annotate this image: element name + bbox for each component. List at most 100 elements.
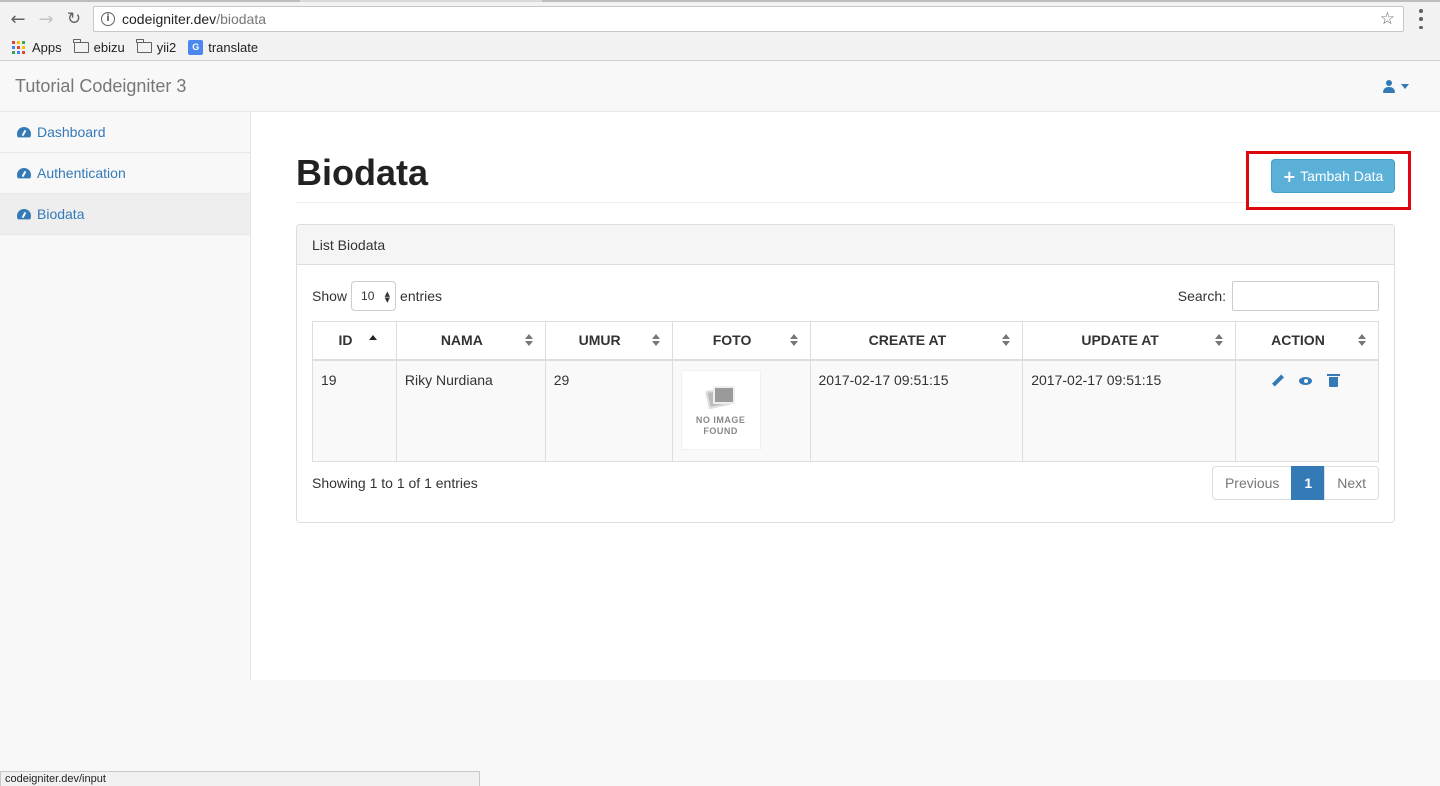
- table-search: Search:: [1178, 281, 1379, 311]
- info-icon[interactable]: i: [101, 12, 115, 26]
- sort-asc-icon: [369, 335, 377, 340]
- add-data-button[interactable]: + Tambah Data: [1271, 159, 1395, 193]
- no-image-line1: NO IMAGE: [695, 414, 746, 425]
- column-header-action[interactable]: ACTION: [1234, 321, 1380, 361]
- sort-icon: [651, 334, 660, 348]
- column-header-label: UPDATE AT: [1081, 332, 1159, 349]
- biodata-table: ID NAMA UMUR FOTO CREATE AT UPDATE AT AC…: [312, 321, 1380, 462]
- cell-update-at: 2017-02-17 09:51:15: [1022, 359, 1236, 462]
- bookmark-label: yii2: [156, 39, 177, 55]
- search-input[interactable]: [1232, 281, 1379, 311]
- bookmark-label: ebizu: [93, 39, 125, 55]
- dashboard-icon: [17, 127, 31, 138]
- column-header-nama[interactable]: NAMA: [395, 321, 546, 361]
- apps-grid-icon: [12, 40, 25, 54]
- sidebar-item-dashboard[interactable]: Dashboard: [0, 112, 250, 153]
- pagination: Previous 1 Next: [1211, 466, 1379, 500]
- search-label: Search:: [1177, 288, 1226, 304]
- folder-icon: [136, 38, 152, 53]
- sort-icon: [1358, 334, 1366, 348]
- view-icon[interactable]: [1298, 374, 1313, 388]
- pagination-page-1[interactable]: 1: [1291, 466, 1326, 500]
- tab-indicator: [0, 0, 300, 2]
- entries-select-value: 10: [361, 289, 375, 303]
- column-header-label: CREATE AT: [868, 332, 947, 349]
- column-header-label: FOTO: [712, 332, 752, 349]
- cell-create-at: 2017-02-17 09:51:15: [809, 359, 1024, 462]
- navbar-brand[interactable]: Tutorial Codeigniter 3: [15, 76, 186, 97]
- plus-icon: +: [1282, 166, 1297, 186]
- bookmark-ebizu[interactable]: ebizu: [73, 38, 125, 55]
- sidebar-item-authentication[interactable]: Authentication: [0, 153, 250, 194]
- translate-icon: G: [188, 39, 204, 55]
- tab-indicator: [542, 0, 1440, 2]
- user-icon: [1383, 80, 1395, 93]
- sort-icon: [1002, 334, 1011, 348]
- entries-label: entries: [400, 288, 443, 304]
- sort-icon: [524, 334, 533, 348]
- cell-foto: NO IMAGE FOUND: [671, 359, 811, 462]
- column-header-label: ACTION: [1271, 332, 1325, 349]
- bookmark-yii2[interactable]: yii2: [136, 38, 177, 55]
- bookmark-apps[interactable]: Apps: [12, 40, 62, 55]
- show-label: Show: [312, 288, 348, 304]
- sort-icon: [789, 334, 798, 348]
- select-arrows-icon: ▲ ▼: [384, 290, 391, 304]
- reload-icon[interactable]: ↻: [63, 8, 85, 30]
- column-header-id[interactable]: ID: [312, 321, 397, 361]
- photo-icon: [704, 385, 735, 409]
- url-host: codeigniter.dev: [122, 11, 217, 27]
- no-image-placeholder: NO IMAGE FOUND: [680, 369, 761, 450]
- no-image-line2: FOUND: [703, 425, 738, 436]
- app-navbar: Tutorial Codeigniter 3: [0, 61, 1440, 112]
- bookmark-label: translate: [208, 39, 259, 55]
- column-header-create-at[interactable]: CREATE AT: [809, 321, 1024, 361]
- pagination-previous[interactable]: Previous: [1211, 466, 1293, 500]
- browser-menu-icon[interactable]: [1416, 9, 1426, 29]
- bookmark-translate[interactable]: G translate: [188, 39, 259, 55]
- column-header-label: NAMA: [440, 332, 483, 349]
- table-row: 19 Riky Nurdiana 29 NO IMAGE FOUND 2017-…: [312, 359, 1380, 462]
- page-wrapper: Biodata + Tambah Data List Biodata Show …: [251, 112, 1440, 680]
- bookmark-label: Apps: [32, 39, 62, 55]
- delete-icon[interactable]: [1326, 373, 1341, 388]
- sidebar: Dashboard Authentication Biodata: [0, 112, 251, 680]
- forward-icon[interactable]: →: [35, 8, 57, 30]
- user-menu-toggle[interactable]: [1383, 80, 1409, 93]
- address-url[interactable]: codeigniter.dev/biodata: [122, 11, 266, 27]
- pagination-next[interactable]: Next: [1324, 466, 1379, 500]
- browser-toolbar: ← → ↻ i codeigniter.dev/biodata ☆ Apps e…: [0, 0, 1440, 61]
- column-header-update-at[interactable]: UPDATE AT: [1022, 321, 1236, 361]
- cell-nama: Riky Nurdiana: [395, 359, 546, 462]
- caret-down-icon: [1401, 84, 1409, 89]
- folder-icon: [73, 38, 89, 53]
- sidebar-item-label: Dashboard: [37, 124, 106, 140]
- row-actions: [1244, 372, 1370, 388]
- back-icon[interactable]: ←: [7, 8, 29, 30]
- sidebar-item-label: Biodata: [37, 206, 85, 222]
- tab-strip: [0, 0, 1440, 2]
- cell-action: [1234, 359, 1380, 462]
- entries-select[interactable]: 10 ▲ ▼: [351, 281, 397, 311]
- bookmarks-bar: Apps ebizu yii2 G translate: [0, 37, 270, 57]
- table-info: Showing 1 to 1 of 1 entries: [312, 475, 478, 491]
- table-controls: Show 10 ▲ ▼ entries Search:: [312, 281, 1379, 311]
- bookmark-star-icon[interactable]: ☆: [1380, 9, 1395, 29]
- address-bar[interactable]: i codeigniter.dev/biodata ☆: [93, 6, 1404, 32]
- biodata-panel: List Biodata Show 10 ▲ ▼ entries Search: …: [296, 224, 1395, 523]
- dashboard-icon: [17, 209, 31, 220]
- column-header-umur[interactable]: UMUR: [544, 321, 673, 361]
- column-header-foto[interactable]: FOTO: [671, 321, 811, 361]
- edit-icon[interactable]: [1271, 374, 1285, 388]
- sidebar-item-label: Authentication: [37, 165, 126, 181]
- entries-length: Show 10 ▲ ▼ entries: [312, 281, 442, 311]
- column-header-label: UMUR: [578, 332, 621, 349]
- panel-heading: List Biodata: [297, 225, 1394, 265]
- header-divider: [296, 202, 1395, 203]
- page-title: Biodata: [296, 152, 429, 193]
- url-path: /biodata: [216, 11, 267, 27]
- column-header-label: ID: [338, 332, 353, 349]
- cell-umur: 29: [544, 359, 673, 462]
- status-bar-url: codeigniter.dev/input: [0, 771, 480, 786]
- sidebar-item-biodata[interactable]: Biodata: [0, 194, 250, 235]
